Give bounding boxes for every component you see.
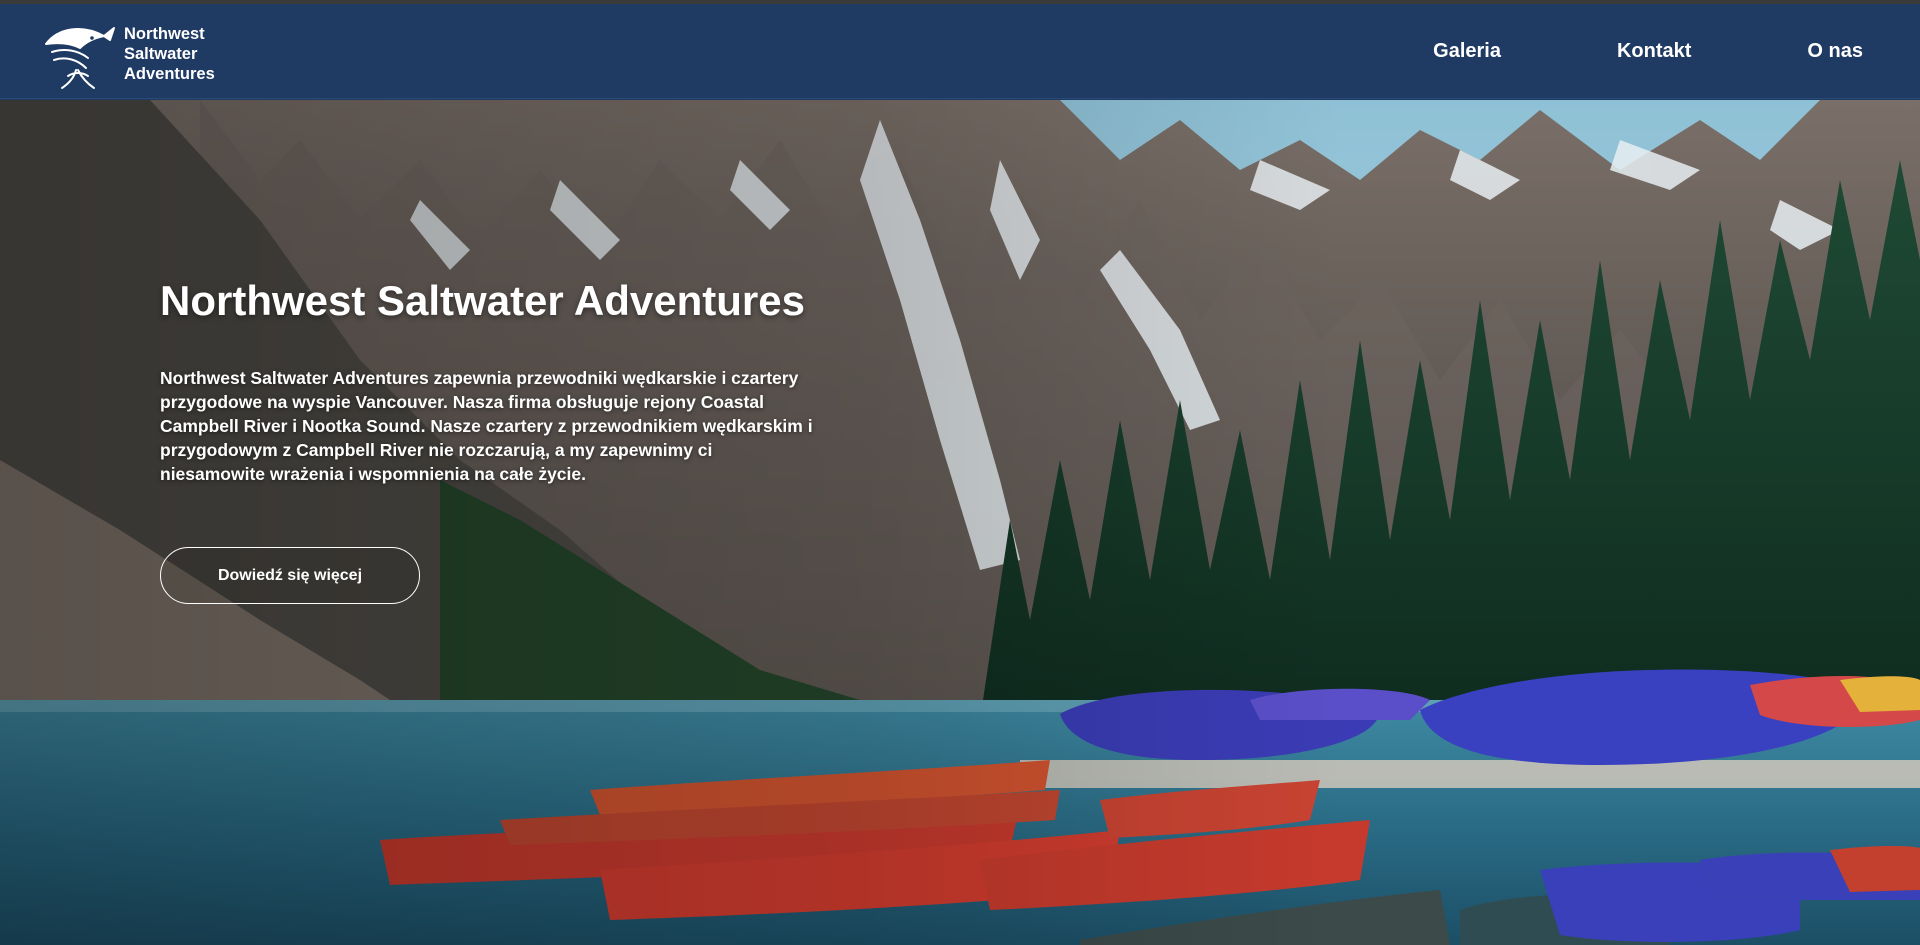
logo-line-1: Northwest: [124, 25, 205, 43]
site-logo[interactable]: Northwest Saltwater Adventures: [38, 14, 215, 94]
main-nav: Galeria Kontakt O nas: [1317, 4, 1920, 99]
hero-content: Northwest Saltwater Adventures Northwest…: [160, 276, 820, 604]
nav-link-kontakt[interactable]: Kontakt: [1617, 40, 1691, 63]
logo-line-2: Saltwater: [124, 45, 198, 63]
site-header: Northwest Saltwater Adventures Galeria K…: [0, 4, 1920, 99]
fish-logo-icon: [45, 27, 115, 89]
logo-text: Northwest Saltwater Adventures: [124, 24, 215, 84]
learn-more-button[interactable]: Dowiedź się więcej: [160, 547, 420, 604]
hero-description: Northwest Saltwater Adventures zapewnia …: [160, 368, 813, 484]
hero-section: Northwest Saltwater Adventures Northwest…: [0, 100, 1920, 945]
logo-line-3: Adventures: [124, 65, 215, 83]
nav-link-o-nas[interactable]: O nas: [1807, 40, 1863, 63]
nav-link-galeria[interactable]: Galeria: [1433, 40, 1501, 63]
hero-title: Northwest Saltwater Adventures: [160, 277, 805, 324]
